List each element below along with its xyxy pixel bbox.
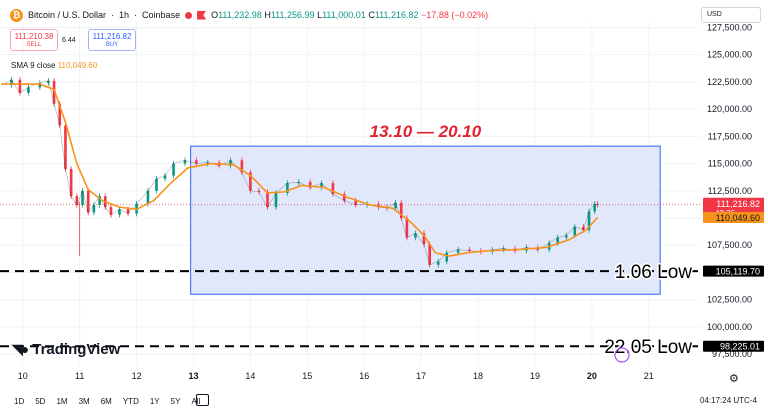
flag-icon[interactable] <box>197 10 207 20</box>
spread-value: 6.44 <box>62 37 76 44</box>
timeframe-ytd[interactable]: YTD <box>123 397 139 406</box>
timeframe-1d[interactable]: 1D <box>14 397 24 406</box>
x-tick-label: 10 <box>18 371 28 381</box>
timeframe-5y[interactable]: 5Y <box>171 397 181 406</box>
timeframe-buttons: 1D 5D 1M 3M 6M YTD 1Y 5Y All <box>14 397 200 406</box>
y-tick-label: 100,000.00 <box>707 322 752 332</box>
sell-label: SELL <box>26 42 42 48</box>
indicator-name: SMA 9 close <box>11 61 56 70</box>
x-tick-label: 15 <box>302 371 312 381</box>
x-tick-label: 12 <box>132 371 142 381</box>
low-level-label: 22.05 Low <box>604 337 692 358</box>
timeframe-1y[interactable]: 1Y <box>150 397 160 406</box>
ohlc-values: O111,232.98 H111,256.99 L111,000.01 C111… <box>211 10 489 20</box>
y-tick-label: 122,500.00 <box>707 77 752 87</box>
timeframe-3m[interactable]: 3M <box>79 397 90 406</box>
exchange-label: Coinbase <box>142 10 181 20</box>
x-tick-label: 19 <box>530 371 540 381</box>
candle-body <box>172 163 175 176</box>
symbol-name[interactable]: Bitcoin / U.S. Dollar <box>28 10 106 20</box>
sep-dot: · <box>111 10 115 20</box>
y-tick-label: 120,000.00 <box>707 104 752 114</box>
y-tick-label: 112,500.00 <box>708 186 752 196</box>
indicator-value: 110,049.60 <box>57 61 98 70</box>
x-tick-label: 13 <box>188 371 198 381</box>
x-tick-label: 20 <box>587 371 597 381</box>
x-tick-label: 11 <box>75 371 84 381</box>
buy-price: 111,216.82 <box>92 32 132 41</box>
candle-body <box>146 190 150 204</box>
x-tick-label: 16 <box>359 371 369 381</box>
candle-body <box>18 79 22 93</box>
y-tick-label: 117,500.00 <box>708 131 752 141</box>
change-value: −17.88 (−0.02%) <box>421 10 489 20</box>
x-tick-label: 18 <box>473 371 483 381</box>
indicator-legend[interactable]: SMA 9 close 110,049.60 <box>11 61 97 70</box>
candle-body <box>155 178 158 191</box>
candle-body <box>274 192 278 208</box>
last-price-badge: 111,216.82 <box>716 199 760 209</box>
x-tick-label: 14 <box>245 371 255 381</box>
market-status-icon <box>185 11 193 19</box>
low-1-badge: 105,119.70 <box>716 267 760 277</box>
chart-header: ₿ Bitcoin / U.S. Dollar · 1h · Coinbase … <box>10 7 488 23</box>
date-range-label: 13.10 — 20.10 <box>370 122 482 141</box>
currency-select[interactable]: USD <box>701 7 761 23</box>
x-tick-label: 21 <box>644 371 654 381</box>
x-tick-label: 17 <box>416 371 426 381</box>
timeframe-5d[interactable]: 5D <box>35 397 45 406</box>
sep-dot: · <box>134 10 138 20</box>
y-tick-label: 107,500.00 <box>707 240 752 250</box>
timeframe-6m[interactable]: 6M <box>101 397 112 406</box>
candle-body <box>266 191 269 208</box>
sell-price: 111,210.38 <box>14 32 54 41</box>
buy-label: BUY <box>105 42 119 48</box>
timeframe-1m[interactable]: 1M <box>56 397 67 406</box>
tradingview-mark-icon: ◥● <box>12 341 29 357</box>
bitcoin-icon: ₿ <box>10 8 23 22</box>
logo-text: TradingView <box>32 341 121 358</box>
sma-price-badge: 110,049.60 <box>716 213 760 223</box>
low-2-badge: 98,225.01 <box>720 342 760 352</box>
buy-button[interactable]: 111,216.82 BUY <box>88 29 136 51</box>
tradingview-logo: ◥● TradingView <box>12 341 120 358</box>
y-tick-label: 102,500.00 <box>707 295 752 305</box>
y-tick-label: 127,500.00 <box>707 22 752 32</box>
y-tick-label: 125,000.00 <box>707 50 752 60</box>
calendar-range-icon[interactable] <box>196 394 209 406</box>
interval-label[interactable]: 1h <box>119 10 129 20</box>
y-tick-label: 115,000.00 <box>708 159 752 169</box>
settings-gear-icon[interactable]: ⚙ <box>729 372 739 385</box>
clock-readout[interactable]: 04:17:24 UTC-4 <box>700 396 757 405</box>
sell-button[interactable]: 111,210.38 SELL <box>10 29 58 51</box>
low-level-label: 1.06 Low <box>615 262 692 283</box>
bottom-toolbar: 1D 5D 1M 3M 6M YTD 1Y 5Y All 04:17:24 UT… <box>0 390 768 412</box>
